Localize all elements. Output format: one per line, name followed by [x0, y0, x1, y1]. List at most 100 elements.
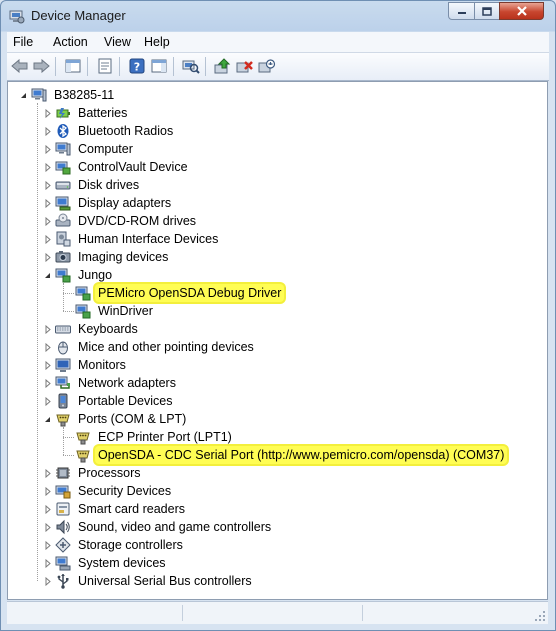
tree-item[interactable]: Portable Devices: [8, 392, 538, 410]
tree-item[interactable]: System devices: [8, 554, 538, 572]
tree-expander[interactable]: [43, 109, 52, 118]
expand-arrow-icon[interactable]: [43, 469, 52, 478]
uninstall-button[interactable]: [235, 57, 255, 75]
menu-file[interactable]: File: [13, 35, 33, 49]
minimize-button[interactable]: [448, 2, 475, 20]
tree-expander[interactable]: [43, 415, 52, 424]
tree-item[interactable]: Batteries: [8, 104, 538, 122]
device-tree[interactable]: B38285-11 Batteries Bluetooth Radios Comput…: [7, 81, 548, 600]
tree-item[interactable]: Smart card readers: [8, 500, 538, 518]
show-hide-console-tree-button[interactable]: [63, 57, 83, 75]
title-bar[interactable]: Device Manager: [1, 1, 555, 31]
tree-root[interactable]: B38285-11: [8, 86, 538, 104]
help-button[interactable]: ?: [127, 57, 147, 75]
tree-expander[interactable]: [43, 541, 52, 550]
disable-device-button[interactable]: [257, 57, 277, 75]
tree-item[interactable]: Display adapters: [8, 194, 538, 212]
tree-expander[interactable]: [19, 91, 28, 100]
expand-arrow-icon[interactable]: [43, 325, 52, 334]
tree-item[interactable]: Computer: [8, 140, 538, 158]
tree-child-item[interactable]: ECP Printer Port (LPT1): [8, 428, 538, 446]
tree-expander[interactable]: [43, 505, 52, 514]
menu-view[interactable]: View: [104, 35, 131, 49]
tree-item[interactable]: Security Devices: [8, 482, 538, 500]
tree-expander[interactable]: [43, 361, 52, 370]
tree-expander[interactable]: [43, 469, 52, 478]
tree-child-item[interactable]: PEMicro OpenSDA Debug Driver: [8, 284, 538, 302]
tree-item[interactable]: Monitors: [8, 356, 538, 374]
tree-item[interactable]: Network adapters: [8, 374, 538, 392]
expand-arrow-icon[interactable]: [43, 253, 52, 262]
back-button[interactable]: [10, 57, 30, 75]
expand-arrow-icon[interactable]: [43, 577, 52, 586]
expand-arrow-icon[interactable]: [43, 379, 52, 388]
update-driver-button[interactable]: [213, 57, 233, 75]
tree-item[interactable]: Mice and other pointing devices: [8, 338, 538, 356]
tree-expander[interactable]: [43, 235, 52, 244]
tree-expander[interactable]: [43, 145, 52, 154]
tree-item[interactable]: DVD/CD-ROM drives: [8, 212, 538, 230]
tree-expander[interactable]: [43, 325, 52, 334]
tree-item[interactable]: Processors: [8, 464, 538, 482]
expand-arrow-icon[interactable]: [43, 235, 52, 244]
tree-item[interactable]: ControlVault Device: [8, 158, 538, 176]
tree-expander[interactable]: [43, 343, 52, 352]
collapse-arrow-icon[interactable]: [19, 91, 28, 100]
menu-help[interactable]: Help: [144, 35, 170, 49]
tree-item[interactable]: Jungo: [8, 266, 538, 284]
expand-arrow-icon[interactable]: [43, 127, 52, 136]
expand-arrow-icon[interactable]: [43, 343, 52, 352]
collapse-arrow-icon[interactable]: [43, 271, 52, 280]
tree-expander[interactable]: [43, 199, 52, 208]
tree-item[interactable]: Human Interface Devices: [8, 230, 538, 248]
expand-arrow-icon[interactable]: [43, 109, 52, 118]
tree-expander[interactable]: [43, 253, 52, 262]
tree-item[interactable]: Bluetooth Radios: [8, 122, 538, 140]
resize-grip-icon[interactable]: [534, 610, 546, 622]
tree-item[interactable]: Sound, video and game controllers: [8, 518, 538, 536]
tree-expander[interactable]: [43, 181, 52, 190]
forward-button[interactable]: [31, 57, 51, 75]
expand-arrow-icon[interactable]: [43, 181, 52, 190]
tree-item[interactable]: Universal Serial Bus controllers: [8, 572, 538, 590]
show-hide-action-pane-button[interactable]: [149, 57, 169, 75]
expand-arrow-icon[interactable]: [43, 397, 52, 406]
expand-arrow-icon[interactable]: [43, 361, 52, 370]
tree-item[interactable]: Disk drives: [8, 176, 538, 194]
tree-item-label: Display adapters: [78, 196, 172, 210]
tree-item[interactable]: Storage controllers: [8, 536, 538, 554]
tree-child-item[interactable]: OpenSDA - CDC Serial Port (http://www.pe…: [8, 446, 538, 464]
tree-expander[interactable]: [43, 163, 52, 172]
expand-arrow-icon[interactable]: [43, 199, 52, 208]
expand-arrow-icon[interactable]: [43, 523, 52, 532]
properties-button[interactable]: [95, 57, 115, 75]
tree-expander[interactable]: [43, 397, 52, 406]
expand-arrow-icon[interactable]: [43, 163, 52, 172]
tree-connector-line: [63, 437, 74, 438]
expand-arrow-icon[interactable]: [43, 541, 52, 550]
scan-hardware-button[interactable]: [181, 57, 201, 75]
expand-arrow-icon[interactable]: [43, 145, 52, 154]
tree-expander[interactable]: [43, 523, 52, 532]
expand-arrow-icon[interactable]: [43, 217, 52, 226]
tree-expander[interactable]: [43, 577, 52, 586]
tree-item[interactable]: Keyboards: [8, 320, 538, 338]
expand-arrow-icon[interactable]: [43, 487, 52, 496]
tree-child-item[interactable]: WinDriver: [8, 302, 538, 320]
close-button[interactable]: [499, 2, 544, 20]
expand-arrow-icon[interactable]: [43, 559, 52, 568]
tree-expander[interactable]: [43, 379, 52, 388]
jungo-icon: [55, 267, 71, 283]
tree-expander[interactable]: [43, 559, 52, 568]
expand-arrow-icon[interactable]: [43, 505, 52, 514]
tree-expander[interactable]: [43, 127, 52, 136]
tree-expander[interactable]: [43, 271, 52, 280]
tree-item[interactable]: Imaging devices: [8, 248, 538, 266]
tree-item-label: Mice and other pointing devices: [78, 340, 254, 354]
tree-expander[interactable]: [43, 487, 52, 496]
tree-expander[interactable]: [43, 217, 52, 226]
maximize-button[interactable]: [474, 2, 500, 20]
menu-action[interactable]: Action: [53, 35, 88, 49]
tree-item[interactable]: Ports (COM & LPT): [8, 410, 538, 428]
collapse-arrow-icon[interactable]: [43, 415, 52, 424]
